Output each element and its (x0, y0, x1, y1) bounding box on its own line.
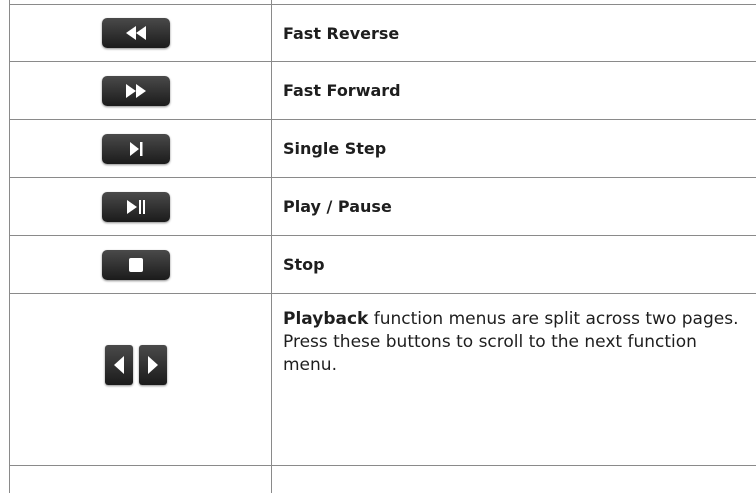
table-row: Fast Forward (9, 62, 756, 120)
fast-forward-button[interactable] (101, 75, 170, 106)
page-right-button[interactable] (138, 345, 167, 385)
fast-forward-icon (125, 83, 146, 98)
playback-bold-term: Playback (283, 309, 369, 329)
fast-forward-label: Fast Forward (283, 81, 401, 100)
single-step-button[interactable] (101, 133, 170, 164)
page-left-icon (113, 356, 124, 374)
stop-label: Stop (283, 255, 325, 274)
playback-description: Playback function menus are split across… (272, 308, 756, 377)
table-row: Fast Reverse (9, 4, 756, 62)
stop-icon (128, 257, 143, 272)
table-row: Playback function menus are split across… (9, 294, 756, 466)
play-pause-label: Play / Pause (283, 197, 392, 216)
page-left-button[interactable] (104, 345, 133, 385)
table-row: Play / Pause (9, 178, 756, 236)
table-row: Stop (9, 236, 756, 294)
fast-reverse-icon (125, 26, 146, 40)
column-divider (271, 0, 272, 493)
fast-reverse-label: Fast Reverse (283, 23, 400, 43)
single-step-icon (129, 141, 142, 156)
fast-reverse-button[interactable] (101, 18, 170, 48)
play-pause-button[interactable] (101, 191, 170, 222)
table-row: Single Step (9, 120, 756, 178)
stop-button[interactable] (101, 249, 170, 280)
play-pause-icon (126, 199, 145, 214)
page-right-icon (147, 356, 158, 374)
single-step-label: Single Step (283, 139, 387, 158)
